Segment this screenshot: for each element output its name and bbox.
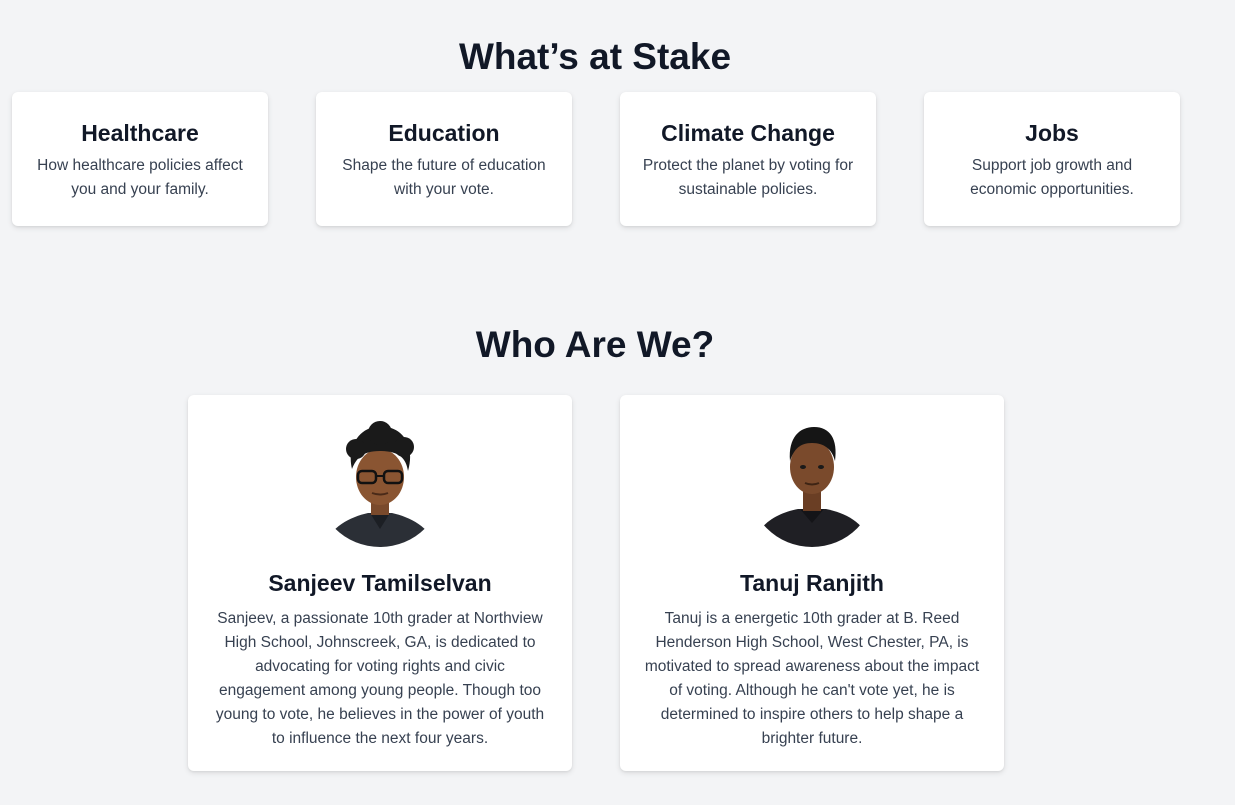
stake-card-title: Climate Change bbox=[661, 120, 835, 146]
avatar-photo-image bbox=[748, 419, 876, 547]
avatar-photo-image bbox=[316, 419, 444, 547]
stake-card-text: Protect the planet by voting for sustain… bbox=[642, 157, 854, 198]
page: What’s at Stake Healthcare How healthcar… bbox=[0, 0, 1235, 805]
stake-card-jobs: Jobs Support job growth and economic opp… bbox=[924, 92, 1180, 226]
avatar bbox=[316, 419, 444, 547]
person-name: Sanjeev Tamilselvan bbox=[268, 570, 492, 596]
person-name: Tanuj Ranjith bbox=[740, 570, 884, 596]
person-card-sanjeev: Sanjeev Tamilselvan Sanjeev, a passionat… bbox=[188, 395, 572, 771]
stake-card-title: Healthcare bbox=[81, 120, 199, 146]
stake-section-title: What’s at Stake bbox=[458, 36, 732, 77]
stake-card-healthcare: Healthcare How healthcare policies affec… bbox=[12, 92, 268, 226]
person-bio: Tanuj is a energetic 10th grader at B. R… bbox=[644, 610, 980, 747]
stake-card-title: Jobs bbox=[1025, 120, 1079, 146]
stake-card-climate-change: Climate Change Protect the planet by vot… bbox=[620, 92, 876, 226]
stake-card-text: Support job growth and economic opportun… bbox=[970, 157, 1134, 198]
who-section-title: Who Are We? bbox=[475, 324, 715, 365]
person-bio: Sanjeev, a passionate 10th grader at Nor… bbox=[215, 610, 545, 747]
stake-card-text: Shape the future of education with your … bbox=[342, 157, 546, 198]
stake-card-title: Education bbox=[388, 120, 500, 146]
person-card-tanuj: Tanuj Ranjith Tanuj is a energetic 10th … bbox=[620, 395, 1004, 771]
avatar bbox=[748, 419, 876, 547]
stake-card-text: How healthcare policies affect you and y… bbox=[37, 157, 243, 198]
stake-card-education: Education Shape the future of education … bbox=[316, 92, 572, 226]
